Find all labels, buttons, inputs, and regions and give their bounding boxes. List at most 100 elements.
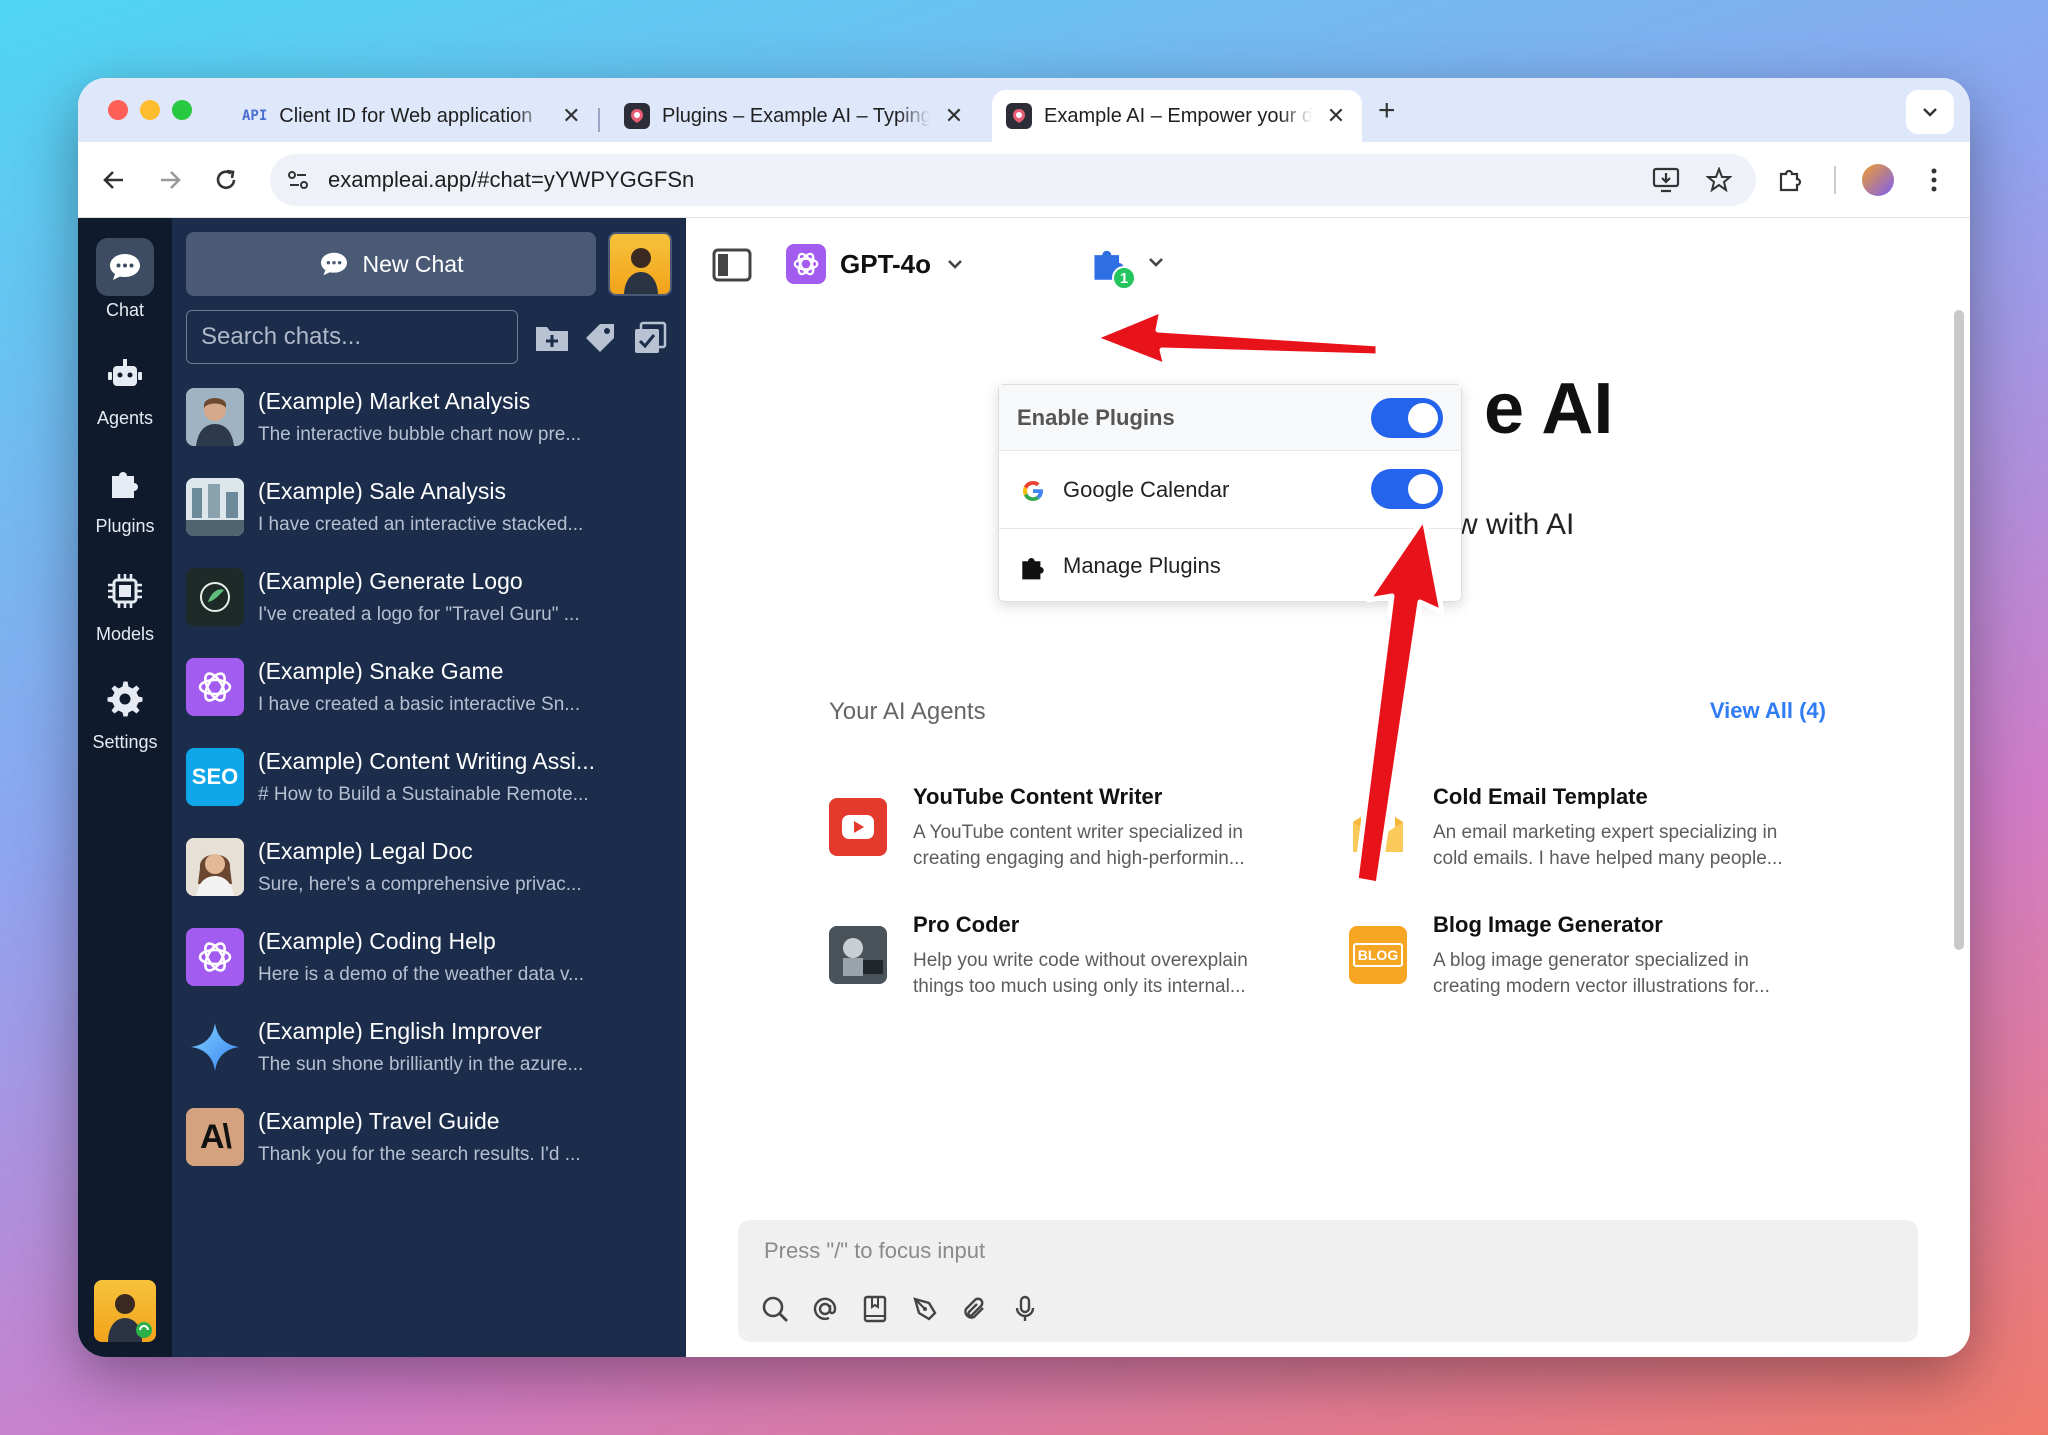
user-avatar[interactable]: [608, 232, 672, 296]
attach-button[interactable]: [960, 1294, 990, 1324]
message-input[interactable]: Press "/" to focus input: [738, 1220, 1918, 1342]
rail-item-models[interactable]: Models: [78, 562, 172, 645]
robot-coder-avatar: [829, 926, 887, 984]
openai-logo-icon: [186, 928, 244, 986]
chat-bubble-icon: [320, 252, 347, 276]
agent-name: Cold Email Template: [1433, 784, 1648, 809]
chip-icon: [96, 562, 154, 620]
plugin-row-google-calendar[interactable]: Google Calendar: [999, 451, 1461, 529]
plugin-count-badge: 1: [1112, 266, 1136, 290]
new-tab-button[interactable]: +: [1378, 94, 1396, 128]
chat-avatar: [186, 838, 244, 896]
tab-plugins[interactable]: Plugins – Example AI – Typing ✕: [610, 90, 980, 142]
rail-item-chat[interactable]: Chat: [78, 238, 172, 321]
forward-button[interactable]: [152, 162, 188, 198]
browser-toolbar: exampleai.app/#chat=yYWPYGGFSn: [78, 142, 1970, 218]
chat-title: (Example) English Improver: [258, 1018, 542, 1044]
extensions-button[interactable]: [1772, 162, 1808, 198]
model-selector[interactable]: GPT-4o: [786, 244, 965, 284]
youtube-icon: [829, 798, 887, 856]
agent-card[interactable]: Pro Coder Help you write code without ov…: [829, 912, 1299, 1012]
chevron-down-icon: [948, 260, 962, 269]
chat-item[interactable]: (Example) Sale Analysis I have created a…: [186, 474, 672, 554]
search-chats-input[interactable]: Search chats...: [186, 310, 518, 364]
tab-label: Plugins – Example AI – Typing: [662, 104, 930, 127]
blog-icon: BLOG: [1349, 926, 1407, 984]
close-tab-icon[interactable]: ✕: [559, 103, 583, 129]
chat-item[interactable]: (Example) Coding Help Here is a demo of …: [186, 924, 672, 1004]
tab-search-button[interactable]: [1906, 90, 1954, 134]
hero-subtitle: w with AI: [1456, 508, 1575, 541]
google-calendar-toggle[interactable]: [1371, 469, 1443, 509]
user-avatar[interactable]: [94, 1280, 156, 1342]
tab-label: Client ID for Web application: [279, 104, 533, 127]
view-all-agents-link[interactable]: View All (4): [1710, 698, 1826, 724]
minimize-window-button[interactable]: [140, 100, 160, 120]
chat-item[interactable]: (Example) Market Analysis The interactiv…: [186, 384, 672, 464]
voice-input-button[interactable]: [1010, 1294, 1040, 1324]
agent-card[interactable]: YouTube Content Writer A YouTube content…: [829, 784, 1299, 884]
toggle-sidebar-button[interactable]: [712, 248, 752, 282]
browser-menu-button[interactable]: [1916, 162, 1952, 198]
manage-plugins-row[interactable]: Manage Plugins: [999, 529, 1461, 603]
search-button[interactable]: [760, 1294, 790, 1324]
address-bar[interactable]: exampleai.app/#chat=yYWPYGGFSn: [270, 154, 1756, 206]
at-sign-icon: [813, 1297, 837, 1320]
chat-title: (Example) Sale Analysis: [258, 478, 506, 504]
close-tab-icon[interactable]: ✕: [1324, 103, 1348, 129]
chat-item[interactable]: (Example) Snake Game I have created a ba…: [186, 654, 672, 734]
agent-card[interactable]: BLOG Blog Image Generator A blog image g…: [1349, 912, 1819, 1012]
enable-plugins-toggle[interactable]: [1371, 398, 1443, 438]
arrow-left-icon: [103, 171, 123, 189]
bookmark-star-icon[interactable]: [1706, 167, 1732, 193]
reload-icon: [216, 169, 236, 189]
gemini-sparkle-icon: [186, 1018, 244, 1076]
hero-title: e AI: [1484, 369, 1614, 449]
chat-preview: The interactive bubble chart now pre...: [258, 424, 582, 445]
chat-title: (Example) Legal Doc: [258, 838, 473, 864]
new-chat-button[interactable]: New Chat: [186, 232, 596, 296]
search-icon: [762, 1296, 788, 1322]
chat-title: (Example) Travel Guide: [258, 1108, 500, 1134]
chat-item[interactable]: SEO (Example) Content Writing Assi... # …: [186, 744, 672, 824]
chat-item[interactable]: A\ (Example) Travel Guide Thank you for …: [186, 1104, 672, 1184]
scrollbar[interactable]: [1954, 310, 1964, 950]
draw-button[interactable]: [910, 1294, 940, 1324]
prompt-library-button[interactable]: [860, 1294, 890, 1324]
rail-item-agents[interactable]: Agents: [78, 346, 172, 429]
agent-description: Help you write code without overexplain …: [913, 950, 1248, 997]
rail-item-settings[interactable]: Settings: [78, 670, 172, 753]
chat-item[interactable]: (Example) Generate Logo I've created a l…: [186, 564, 672, 644]
agent-card[interactable]: Cold Email Template An email marketing e…: [1349, 784, 1819, 884]
plugins-menu-button[interactable]: 1: [1090, 244, 1174, 292]
chat-item[interactable]: (Example) English Improver The sun shone…: [186, 1014, 672, 1094]
app-logo-icon: [624, 103, 650, 129]
mention-button[interactable]: [810, 1294, 840, 1324]
chat-item[interactable]: (Example) Legal Doc Sure, here's a compr…: [186, 834, 672, 914]
nav-rail: Chat Agents Plugins Models Settings: [78, 218, 172, 1357]
reload-button[interactable]: [208, 162, 244, 198]
tags-button[interactable]: [582, 320, 618, 356]
paperclip-icon: [964, 1297, 984, 1319]
plugin-label: Google Calendar: [1063, 477, 1230, 502]
check-square-icon: [635, 321, 667, 353]
chat-preview: The sun shone brilliantly in the azure..…: [258, 1054, 584, 1075]
rail-item-plugins[interactable]: Plugins: [78, 454, 172, 537]
close-tab-icon[interactable]: ✕: [942, 103, 966, 129]
pen-tool-icon: [913, 1297, 937, 1321]
select-chats-button[interactable]: [632, 320, 668, 356]
agent-description: A blog image generator specialized in cr…: [1433, 950, 1770, 997]
back-button[interactable]: [96, 162, 132, 198]
profile-avatar-button[interactable]: [1860, 162, 1896, 198]
agents-section-title: Your AI Agents: [829, 698, 986, 725]
site-settings-icon[interactable]: [286, 168, 310, 192]
new-folder-button[interactable]: [534, 320, 570, 356]
zoom-window-button[interactable]: [172, 100, 192, 120]
enable-plugins-row: Enable Plugins: [999, 385, 1461, 451]
install-app-icon[interactable]: [1652, 167, 1680, 193]
sidebar-toggle-icon: [712, 248, 752, 282]
tab-example-ai[interactable]: Example AI – Empower your d ✕: [992, 90, 1362, 142]
tab-client-id[interactable]: API Client ID for Web application ✕: [228, 90, 597, 142]
rail-label: Plugins: [95, 516, 155, 536]
close-window-button[interactable]: [108, 100, 128, 120]
